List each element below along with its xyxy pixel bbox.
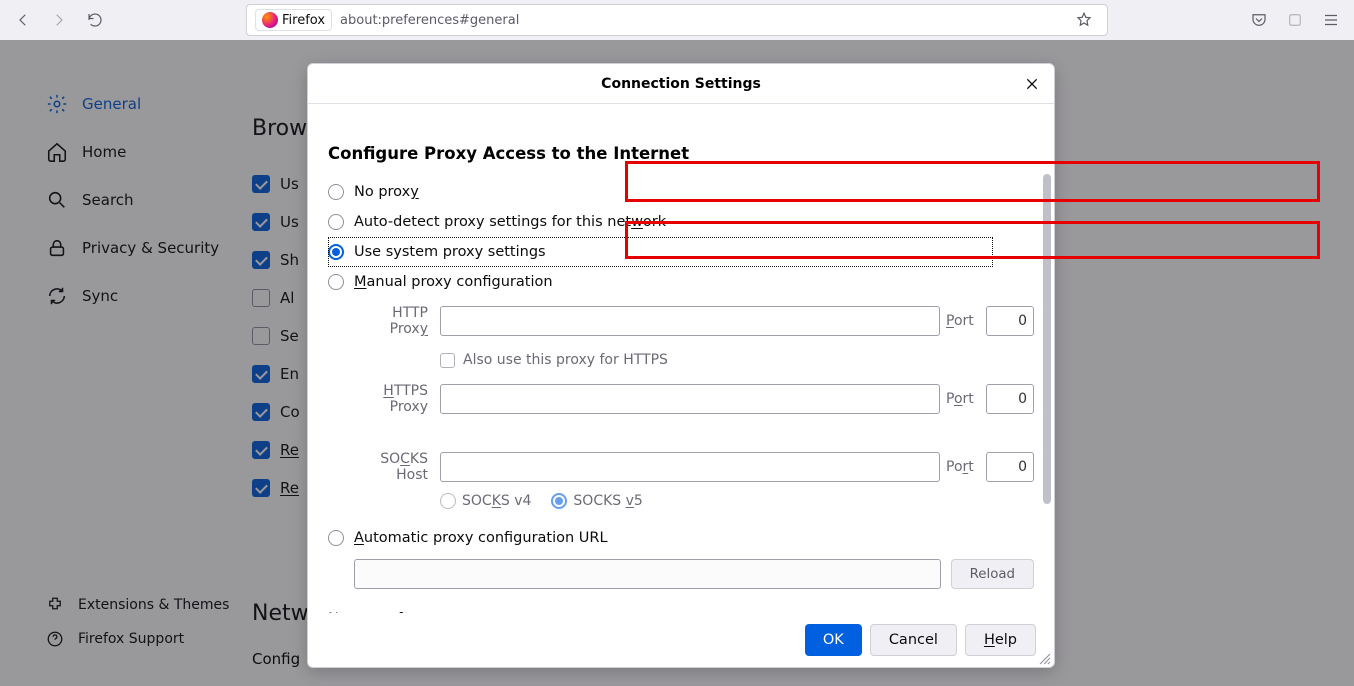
radio-label: No proxy	[354, 184, 419, 200]
cancel-button[interactable]: Cancel	[870, 624, 957, 656]
also-use-https-row[interactable]: Also use this proxy for HTTPS	[440, 347, 1034, 373]
resize-grip-icon[interactable]	[1038, 651, 1052, 665]
dialog-title: Connection Settings	[601, 76, 761, 92]
dialog-body: Configure Proxy Access to the Internet N…	[308, 104, 1054, 613]
radio-auto-detect[interactable]: Auto-detect proxy settings for this netw…	[328, 207, 1034, 237]
menu-icon[interactable]	[1316, 5, 1346, 35]
extensions-icon[interactable]	[1280, 5, 1310, 35]
url-text: about:preferences#general	[340, 13, 519, 28]
socks4-label: SOCKS v4	[462, 493, 531, 509]
radio-icon	[551, 493, 567, 509]
help-button[interactable]: Help	[965, 624, 1036, 656]
radio-label: Manual proxy configuration	[354, 274, 553, 290]
socks-port-label: Port	[946, 459, 980, 475]
browser-toolbar: Firefox about:preferences#general	[0, 0, 1354, 40]
forward-button[interactable]	[44, 5, 74, 35]
radio-label: Auto-detect proxy settings for this netw…	[354, 214, 666, 230]
address-bar[interactable]: Firefox about:preferences#general	[246, 4, 1108, 36]
https-port-label: Port	[946, 391, 980, 407]
https-proxy-input[interactable]	[440, 384, 940, 414]
identity-label: Firefox	[282, 13, 325, 28]
radio-icon	[328, 214, 344, 230]
socks-port-input[interactable]	[986, 452, 1034, 482]
scrollbar-thumb[interactable]	[1043, 174, 1051, 504]
http-port-label: Port	[946, 313, 980, 329]
dialog-footer: OK Cancel Help	[308, 613, 1054, 667]
radio-label: Automatic proxy configuration URL	[354, 530, 608, 546]
http-port-input[interactable]	[986, 306, 1034, 336]
radio-icon	[328, 274, 344, 290]
radio-system-proxy[interactable]: Use system proxy settings	[328, 237, 993, 267]
firefox-icon	[262, 12, 278, 28]
checkbox-icon	[440, 353, 455, 368]
socks5-label: SOCKS v5	[573, 493, 642, 509]
manual-proxy-fields: HTTP Proxy Port Also use this proxy for …	[354, 305, 1034, 509]
radio-icon	[328, 184, 344, 200]
ok-button[interactable]: OK	[805, 624, 862, 656]
radio-icon	[440, 493, 456, 509]
reload-button[interactable]	[80, 5, 110, 35]
back-button[interactable]	[8, 5, 38, 35]
connection-settings-dialog: Connection Settings Configure Proxy Acce…	[307, 63, 1055, 668]
https-port-input[interactable]	[986, 384, 1034, 414]
close-icon	[1024, 76, 1040, 92]
radio-icon	[328, 244, 344, 260]
dialog-header: Connection Settings	[308, 64, 1054, 104]
bookmark-star-icon[interactable]	[1069, 5, 1099, 35]
identity-firefox-badge: Firefox	[255, 9, 332, 31]
close-button[interactable]	[1018, 70, 1046, 98]
socks-host-input[interactable]	[440, 452, 940, 482]
proxy-section-title: Configure Proxy Access to the Internet	[328, 144, 1034, 163]
reload-button[interactable]: Reload	[951, 559, 1034, 589]
socks-host-label: SOCKS Host	[354, 451, 434, 483]
radio-socks4[interactable]: SOCKS v4	[440, 493, 531, 509]
radio-auto-url[interactable]: Automatic proxy configuration URL	[328, 523, 1034, 553]
radio-no-proxy[interactable]: No proxy	[328, 177, 1034, 207]
radio-socks5[interactable]: SOCKS v5	[551, 493, 642, 509]
http-proxy-label: HTTP Proxy	[354, 305, 434, 337]
radio-label: Use system proxy settings	[354, 244, 546, 260]
https-proxy-label: HTTPS Proxy	[354, 383, 434, 415]
no-proxy-for-label: No proxy for	[328, 611, 1034, 613]
also-https-label: Also use this proxy for HTTPS	[463, 352, 668, 368]
auto-url-input[interactable]	[354, 559, 941, 589]
radio-icon	[328, 530, 344, 546]
radio-manual-proxy[interactable]: Manual proxy configuration	[328, 267, 1034, 297]
http-proxy-input[interactable]	[440, 306, 940, 336]
pocket-icon[interactable]	[1244, 5, 1274, 35]
